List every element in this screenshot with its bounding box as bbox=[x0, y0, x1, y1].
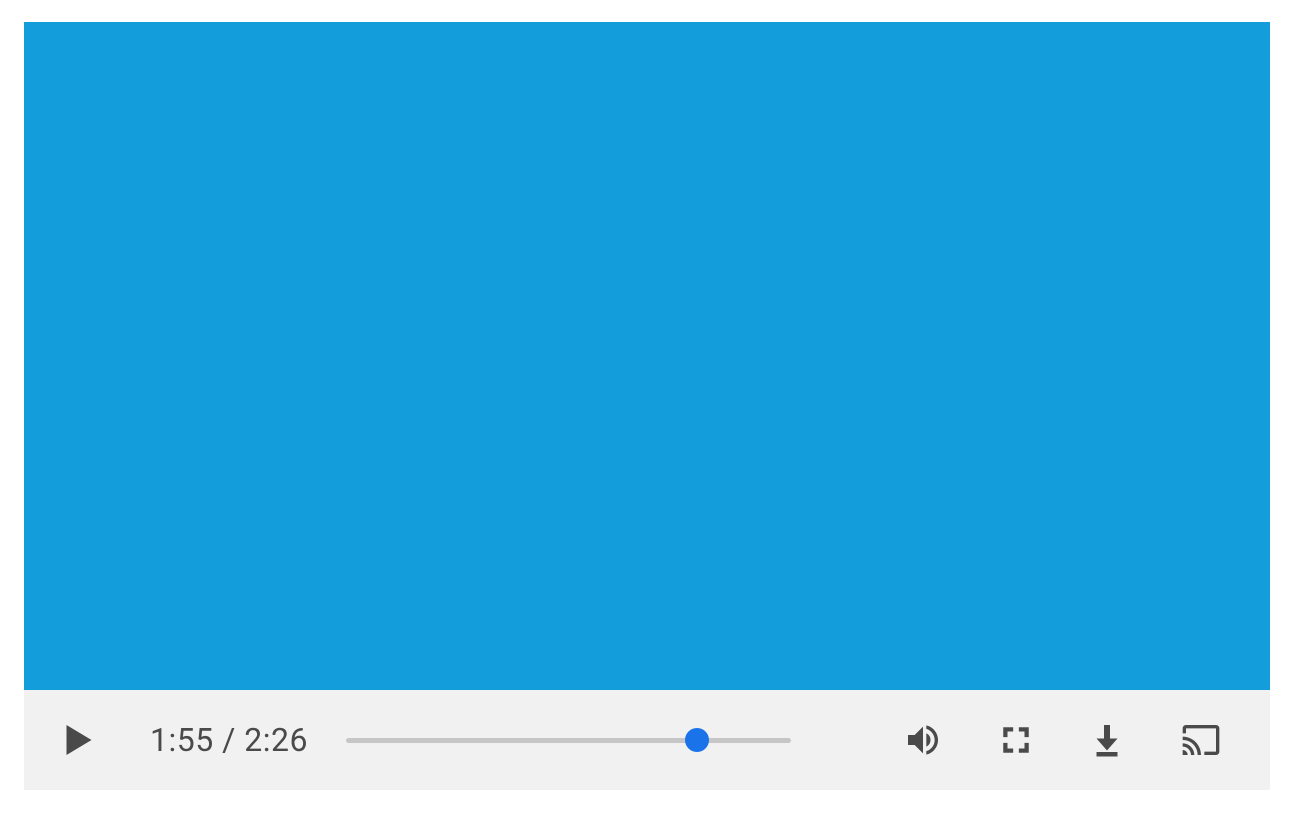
duration: 2:26 bbox=[244, 721, 308, 759]
cast-button[interactable] bbox=[1181, 720, 1221, 760]
download-icon bbox=[1089, 722, 1125, 758]
time-display: 1:55 / 2:26 bbox=[150, 721, 308, 759]
progress-slider[interactable] bbox=[346, 738, 791, 743]
volume-icon bbox=[903, 720, 943, 760]
fullscreen-button[interactable] bbox=[999, 723, 1033, 757]
progress-thumb[interactable] bbox=[685, 728, 709, 752]
control-bar: 1:55 / 2:26 bbox=[24, 690, 1270, 790]
current-time: 1:55 bbox=[150, 721, 214, 759]
download-button[interactable] bbox=[1089, 722, 1125, 758]
video-player: 1:55 / 2:26 bbox=[24, 22, 1270, 790]
volume-button[interactable] bbox=[903, 720, 943, 760]
fullscreen-icon bbox=[999, 723, 1033, 757]
progress-track bbox=[346, 738, 791, 743]
time-separator: / bbox=[214, 721, 245, 759]
cast-icon bbox=[1181, 720, 1221, 760]
play-button[interactable] bbox=[64, 722, 94, 758]
video-surface[interactable] bbox=[24, 22, 1270, 690]
play-icon bbox=[64, 722, 94, 758]
